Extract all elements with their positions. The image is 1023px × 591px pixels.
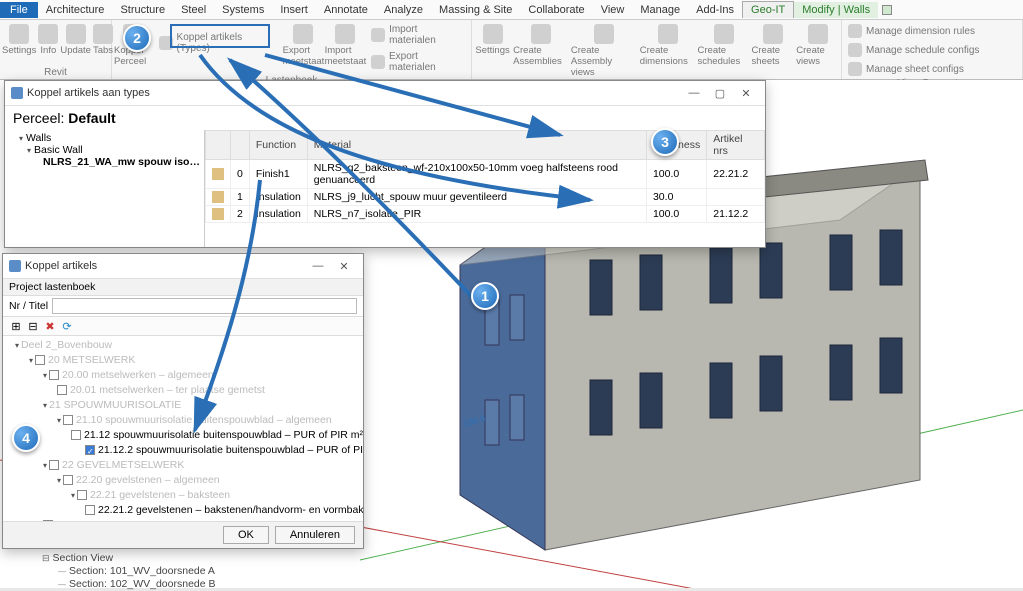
- tree-node[interactable]: 22 GEVELMETSELWERK: [7, 458, 359, 473]
- article-tree[interactable]: Deel 2_Bovenbouw20 METSELWERK20.00 metse…: [3, 336, 363, 521]
- vg-schedule-configs[interactable]: Manage schedule configs: [844, 41, 983, 59]
- checkbox[interactable]: [85, 445, 95, 455]
- checkbox[interactable]: [71, 430, 81, 440]
- expand-icon[interactable]: ⊞: [9, 319, 23, 333]
- avg-create-views2[interactable]: Create views: [796, 22, 839, 69]
- badge-3: 3: [651, 128, 679, 156]
- checkbox[interactable]: [57, 385, 67, 395]
- tab-collaborate[interactable]: Collaborate: [520, 2, 592, 18]
- tab-modify-walls[interactable]: Modify | Walls: [794, 2, 878, 18]
- tree-node[interactable]: 20.01 metselwerken – ter plaatse gemetst: [7, 383, 359, 398]
- ribbon-body: Settings Info Update Tabs Revit Koppel P…: [0, 20, 1023, 80]
- contextual-checkbox[interactable]: [882, 5, 892, 15]
- delete-icon[interactable]: ✖: [43, 319, 57, 333]
- tree-node[interactable]: 21.10 spouwmuurisolatie buitenspouwblad …: [7, 413, 359, 428]
- tab-structure[interactable]: Structure: [112, 2, 173, 18]
- btn-settings[interactable]: Settings: [2, 22, 36, 58]
- close-button[interactable]: ✕: [733, 84, 759, 102]
- close-button[interactable]: ✕: [331, 257, 357, 275]
- avg-create-assemblies[interactable]: Create Assemblies: [513, 22, 569, 69]
- minimize-button[interactable]: —: [305, 257, 331, 275]
- checkbox[interactable]: [77, 490, 87, 500]
- vg-sheet-configs[interactable]: Manage sheet configs: [844, 60, 983, 78]
- group-label-revit: Revit: [0, 67, 111, 79]
- type-tree[interactable]: Walls Basic Wall NLRS_21_WA_mw spouw iso…: [5, 130, 205, 247]
- tree-toolbar: ⊞ ⊟ ✖ ⟳: [3, 317, 363, 336]
- dialog-title: Koppel artikels aan types: [27, 87, 677, 99]
- ok-button[interactable]: OK: [223, 526, 269, 544]
- tree-node[interactable]: 20 METSELWERK: [7, 353, 359, 368]
- filter-input[interactable]: [52, 298, 357, 314]
- tab-geoit[interactable]: Geo-IT: [742, 1, 794, 18]
- tab-insert[interactable]: Insert: [272, 2, 316, 18]
- btn-export-materialen[interactable]: Export materialen: [367, 49, 469, 75]
- table-row[interactable]: 0Finish1NLRS_g2_baksteen_wf-210x100x50-1…: [206, 160, 765, 189]
- tab-steel[interactable]: Steel: [173, 2, 214, 18]
- btn-import-materialen[interactable]: Import materialen: [367, 22, 469, 48]
- tab-systems[interactable]: Systems: [214, 2, 272, 18]
- highlight-koppel-artikels: [170, 24, 270, 48]
- app-icon: [9, 260, 21, 272]
- avg-create-schedules[interactable]: Create schedules: [698, 22, 750, 69]
- tab-analyze[interactable]: Analyze: [376, 2, 431, 18]
- checkbox[interactable]: [63, 475, 73, 485]
- filter-label: Nr / Titel: [9, 300, 48, 312]
- section-view-fragment: Section View Section: 101_WV_doorsnede A…: [42, 552, 216, 591]
- tree-node[interactable]: 22.21 gevelstenen – baksteen: [7, 488, 359, 503]
- tree-node[interactable]: 21.12.2 spouwmuurisolatie buitenspouwbla…: [7, 443, 359, 458]
- vg-dimension-rules[interactable]: Manage dimension rules: [844, 22, 983, 40]
- tab-annotate[interactable]: Annotate: [316, 2, 376, 18]
- checkbox[interactable]: [63, 415, 73, 425]
- badge-4: 4: [12, 424, 40, 452]
- checkbox[interactable]: [49, 460, 59, 470]
- tab-file[interactable]: File: [0, 2, 38, 18]
- maximize-button[interactable]: ▢: [707, 84, 733, 102]
- avg-create-sheets[interactable]: Create sheets: [752, 22, 795, 69]
- row-edit-icon[interactable]: [212, 208, 224, 220]
- tab-manage[interactable]: Manage: [632, 2, 688, 18]
- minimize-button[interactable]: —: [681, 84, 707, 102]
- checkbox[interactable]: [85, 505, 95, 515]
- tab-massing[interactable]: Massing & Site: [431, 2, 520, 18]
- table-row[interactable]: 1InsulationNLRS_j9_lucht_spouw muur geve…: [206, 189, 765, 206]
- cancel-button[interactable]: Annuleren: [275, 526, 355, 544]
- btn-import-meetstaat[interactable]: Import meetstaat: [325, 22, 365, 69]
- tree-node[interactable]: Deel 2_Bovenbouw: [7, 338, 359, 353]
- app-icon: [11, 87, 23, 99]
- dialog-title: Koppel artikels: [25, 260, 301, 272]
- badge-1: 1: [471, 282, 499, 310]
- checkbox[interactable]: [49, 370, 59, 380]
- dialog-koppel-artikels: Koppel artikels — ✕ Project lastenboek N…: [2, 253, 364, 549]
- btn-export-meetstaat[interactable]: Export meetstaat: [283, 22, 323, 69]
- tab-addins[interactable]: Add-Ins: [688, 2, 742, 18]
- checkbox[interactable]: [35, 355, 45, 365]
- tree-node[interactable]: 22.21.2 gevelstenen – bakstenen/handvorm…: [7, 503, 359, 518]
- avg-create-views[interactable]: Create Assembly views: [571, 22, 638, 80]
- refresh-icon[interactable]: ⟳: [60, 319, 74, 333]
- perceel-header: Perceel: Default: [5, 106, 765, 130]
- tree-node[interactable]: 21 SPOUWMUURISOLATIE: [7, 398, 359, 413]
- btn-info[interactable]: Info: [38, 22, 58, 58]
- tree-node[interactable]: 20.00 metselwerken – algemeen: [7, 368, 359, 383]
- tab-architecture[interactable]: Architecture: [38, 2, 113, 18]
- badge-2: 2: [123, 24, 151, 52]
- row-edit-icon[interactable]: [212, 191, 224, 203]
- collapse-icon[interactable]: ⊟: [26, 319, 40, 333]
- ribbon-tabs: File Architecture Structure Steel System…: [0, 0, 1023, 20]
- materials-table[interactable]: Function Material Thickness Artikel nrs …: [205, 130, 765, 247]
- btn-update[interactable]: Update: [60, 22, 91, 58]
- tab-view[interactable]: View: [593, 2, 633, 18]
- avg-create-dimensions[interactable]: Create dimensions: [640, 22, 696, 69]
- dialog-koppel-types: Koppel artikels aan types — ▢ ✕ Perceel:…: [4, 80, 766, 248]
- tree-node[interactable]: 22.20 gevelstenen – algemeen: [7, 473, 359, 488]
- row-edit-icon[interactable]: [212, 168, 224, 180]
- sub-header: Project lastenboek: [3, 279, 363, 296]
- tree-node[interactable]: 21.12 spouwmuurisolatie buitenspouwblad …: [7, 428, 359, 443]
- table-row[interactable]: 2InsulationNLRS_n7_isolatie_PIR100.021.1…: [206, 206, 765, 223]
- avg-settings[interactable]: Settings: [474, 22, 511, 58]
- btn-tabs[interactable]: Tabs: [93, 22, 113, 58]
